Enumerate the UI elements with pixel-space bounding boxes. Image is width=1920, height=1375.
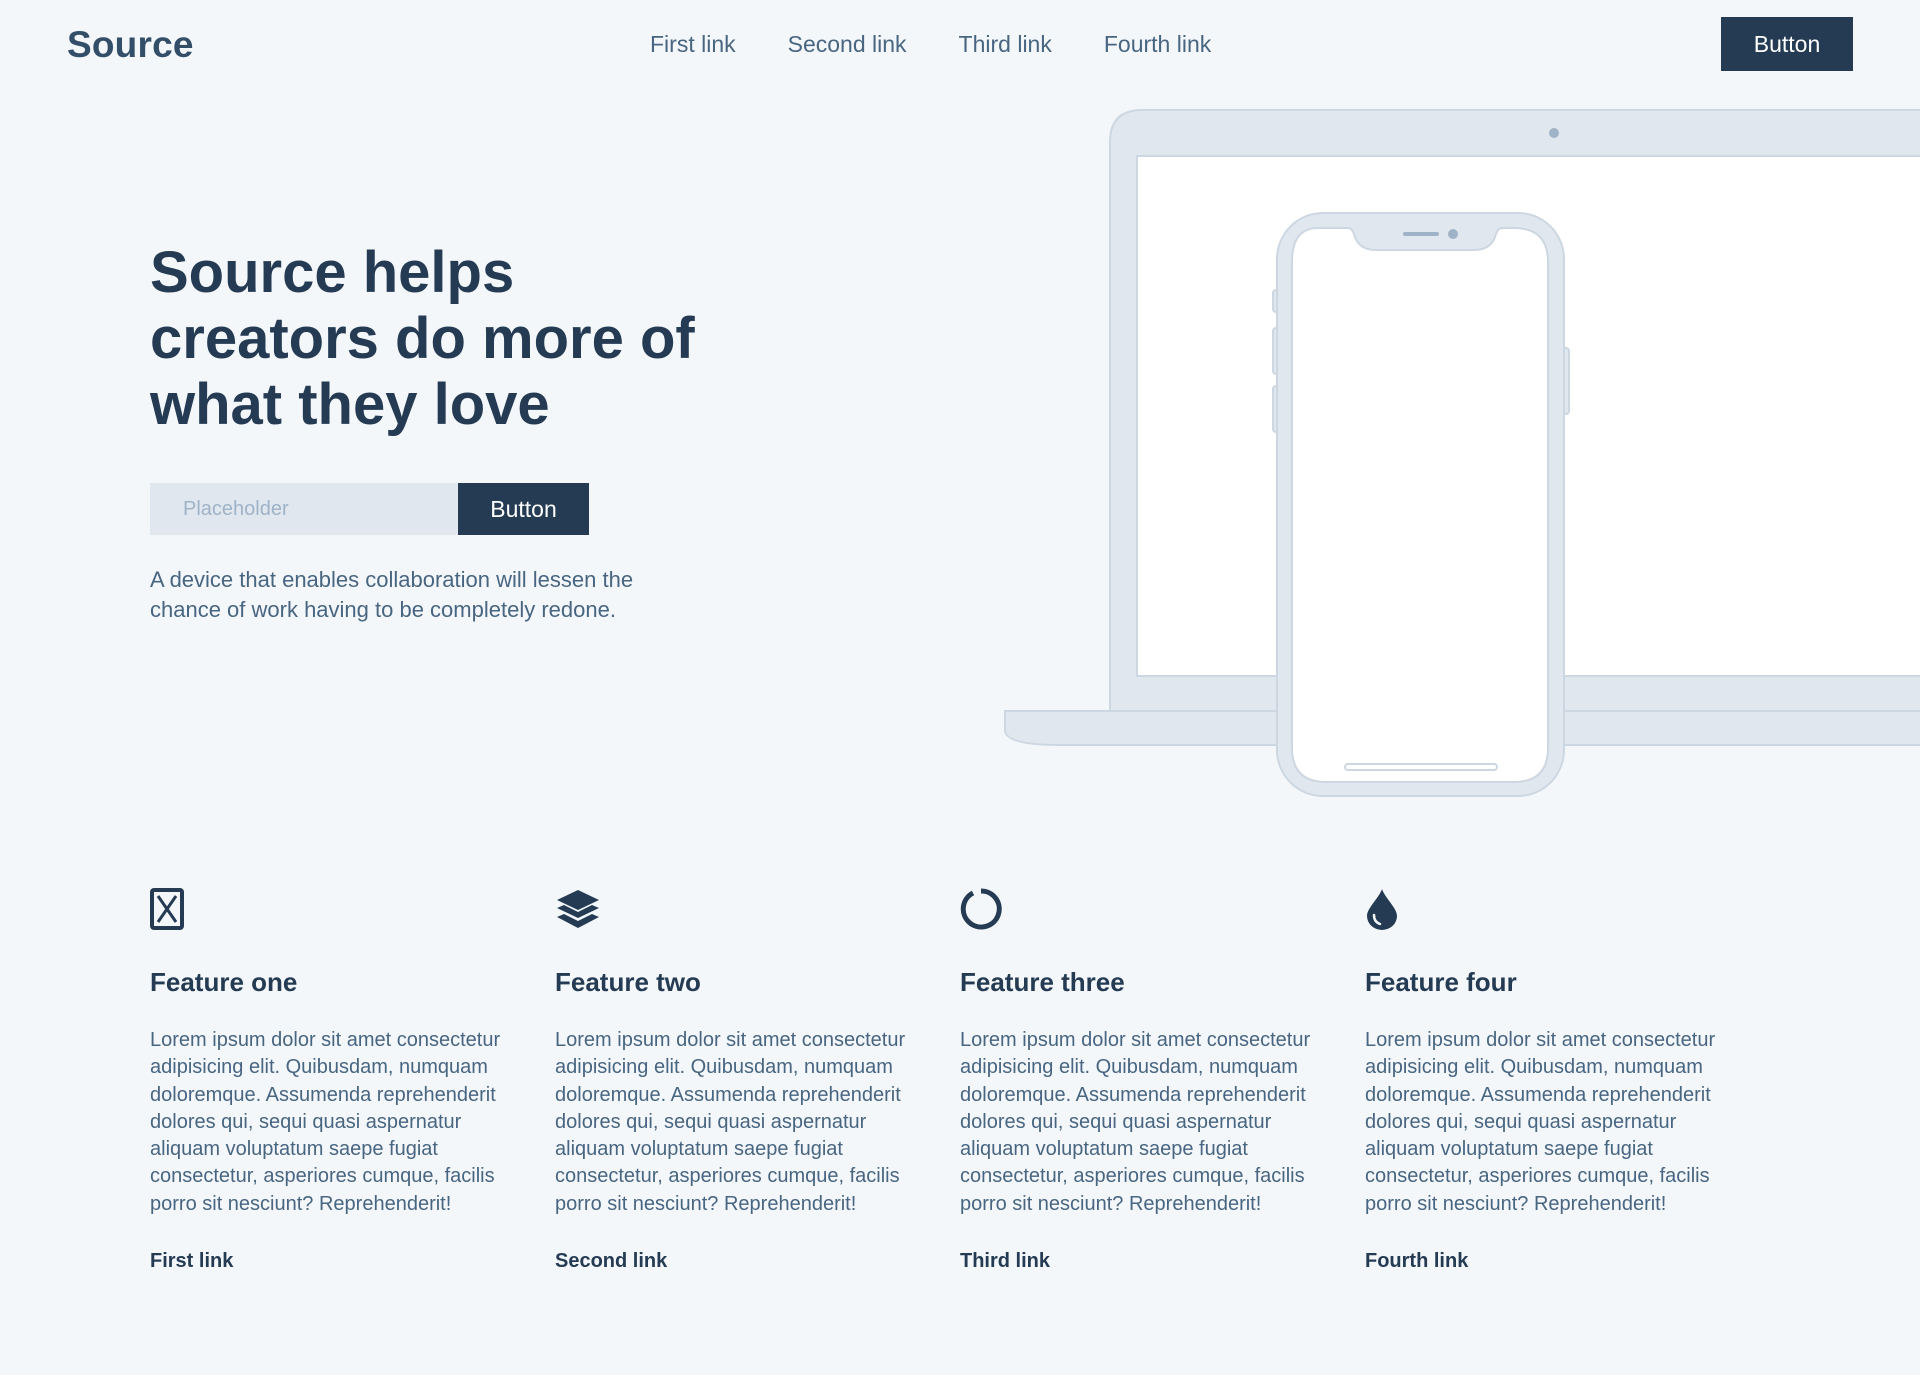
- feature-one: Feature one Lorem ipsum dolor sit amet c…: [150, 888, 510, 1273]
- signup-form: Button: [150, 483, 589, 535]
- laptop-camera: [1549, 128, 1559, 138]
- main-nav: First link Second link Third link Fourth…: [650, 31, 1211, 58]
- hero-description: A device that enables collaboration will…: [150, 567, 634, 622]
- hero-title: Source helps creators do more of what th…: [150, 240, 695, 437]
- feature-title: Feature two: [555, 967, 701, 997]
- feature-link[interactable]: Second link: [555, 1250, 667, 1273]
- phone-body: [1276, 212, 1565, 797]
- feature-four: Feature four Lorem ipsum dolor sit amet …: [1365, 888, 1725, 1273]
- landing-page: Source First link Second link Third link…: [0, 0, 1920, 1375]
- logo[interactable]: Source: [67, 24, 194, 66]
- feature-link[interactable]: Third link: [960, 1250, 1050, 1273]
- feature-two: Feature two Lorem ipsum dolor sit amet c…: [555, 888, 915, 1273]
- phone-button-left-1: [1272, 289, 1282, 313]
- phone-button-left-3: [1272, 385, 1282, 433]
- nav-link-fourth[interactable]: Fourth link: [1104, 31, 1211, 58]
- phone-button-left-2: [1272, 327, 1282, 375]
- feature-text: Lorem ipsum dolor sit amet consectetur a…: [555, 1029, 906, 1215]
- signup-button[interactable]: Button: [458, 483, 589, 535]
- feature-link[interactable]: First link: [150, 1250, 233, 1273]
- feature-title: Feature one: [150, 967, 298, 997]
- phone-speaker: [1403, 232, 1439, 236]
- water-drop-icon: [1365, 888, 1407, 930]
- laptop-screen: [1136, 155, 1920, 677]
- phone-button-right: [1559, 347, 1570, 415]
- feature-text: Lorem ipsum dolor sit amet consectetur a…: [1365, 1029, 1716, 1215]
- feature-link[interactable]: Fourth link: [1365, 1250, 1468, 1273]
- feature-text: Lorem ipsum dolor sit amet consectetur a…: [960, 1029, 1311, 1215]
- laptop-lid: [1109, 109, 1920, 713]
- phone-screen: [1291, 227, 1549, 783]
- email-input[interactable]: [150, 483, 458, 535]
- phone-home-indicator: [1344, 763, 1498, 771]
- nav-link-first[interactable]: First link: [650, 31, 736, 58]
- feature-text: Lorem ipsum dolor sit amet consectetur a…: [150, 1029, 501, 1215]
- hourglass-icon: [150, 888, 192, 930]
- laptop-base: [1004, 710, 1920, 746]
- nav-link-second[interactable]: Second link: [788, 31, 907, 58]
- nav-link-third[interactable]: Third link: [959, 31, 1052, 58]
- loading-circle-icon: [960, 888, 1002, 930]
- feature-three: Feature three Lorem ipsum dolor sit amet…: [960, 888, 1320, 1273]
- layers-icon: [555, 888, 599, 930]
- header-button[interactable]: Button: [1721, 17, 1853, 71]
- feature-title: Feature four: [1365, 967, 1517, 997]
- phone-camera: [1448, 229, 1458, 239]
- feature-title: Feature three: [960, 967, 1125, 997]
